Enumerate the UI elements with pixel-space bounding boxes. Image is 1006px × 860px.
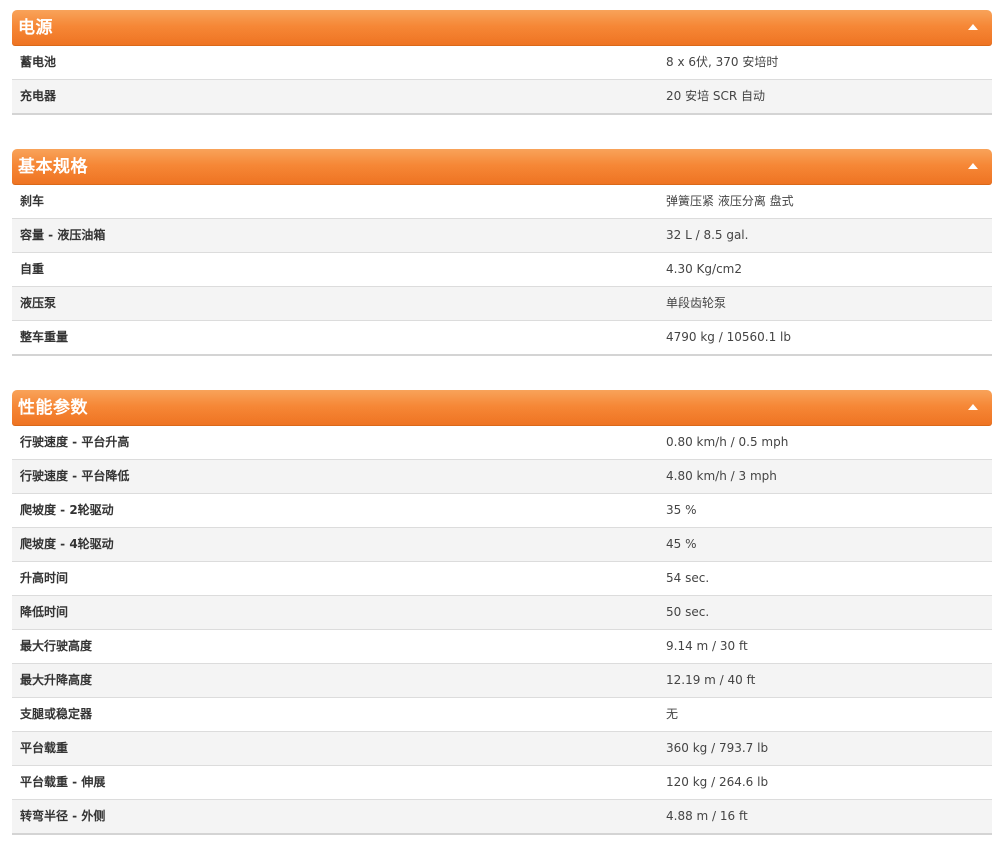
- spec-value: 32 L / 8.5 gal.: [666, 228, 749, 242]
- spec-value: 50 sec.: [666, 605, 710, 619]
- spec-value: 35 %: [666, 503, 697, 517]
- spec-row: 爬坡度 - 2轮驱动 35 %: [12, 494, 992, 528]
- spec-label: 液压泵: [20, 296, 57, 310]
- section-title: 性能参数: [18, 398, 88, 418]
- spec-value: 360 kg / 793.7 lb: [666, 741, 769, 755]
- spec-label: 转弯半径 - 外侧: [20, 809, 106, 823]
- spec-row: 平台载重 360 kg / 793.7 lb: [12, 732, 992, 766]
- spec-row: 支腿或稳定器 无: [12, 698, 992, 732]
- spec-value: 20 安培 SCR 自动: [666, 89, 766, 103]
- spec-label: 整车重量: [20, 330, 69, 344]
- spec-label: 刹车: [20, 194, 45, 208]
- spec-value: 0.80 km/h / 0.5 mph: [666, 435, 789, 449]
- chevron-up-icon[interactable]: [968, 163, 978, 169]
- spec-value: 4790 kg / 10560.1 lb: [666, 330, 791, 344]
- spec-value: 8 x 6伏, 370 安培时: [666, 55, 779, 69]
- spec-value: 54 sec.: [666, 571, 710, 585]
- spec-value: 单段齿轮泵: [666, 296, 727, 310]
- spec-label: 爬坡度 - 2轮驱动: [20, 503, 114, 517]
- chevron-up-icon[interactable]: [968, 24, 978, 30]
- section-performance: 性能参数 行驶速度 - 平台升高 0.80 km/h / 0.5 mph 行驶速…: [12, 390, 992, 835]
- spec-row: 转弯半径 - 外侧 4.88 m / 16 ft: [12, 800, 992, 835]
- spec-row: 最大升降高度 12.19 m / 40 ft: [12, 664, 992, 698]
- spec-label: 平台载重: [20, 741, 69, 755]
- spec-value: 45 %: [666, 537, 697, 551]
- spec-value: 4.30 Kg/cm2: [666, 262, 742, 276]
- section-basic-specs: 基本规格 刹车 弹簧压紧 液压分离 盘式 容量 - 液压油箱 32 L / 8.…: [12, 149, 992, 356]
- spec-row: 蓄电池 8 x 6伏, 370 安培时: [12, 46, 992, 80]
- spec-row: 行驶速度 - 平台升高 0.80 km/h / 0.5 mph: [12, 426, 992, 460]
- spec-row: 降低时间 50 sec.: [12, 596, 992, 630]
- spec-label: 容量 - 液压油箱: [20, 228, 106, 242]
- spec-row: 升高时间 54 sec.: [12, 562, 992, 596]
- spec-value: 无: [666, 707, 679, 721]
- section-title: 电源: [18, 18, 53, 38]
- spec-label: 最大行驶高度: [20, 639, 93, 653]
- spec-label: 支腿或稳定器: [20, 707, 93, 721]
- section-title: 基本规格: [18, 157, 88, 177]
- spec-label: 升高时间: [20, 571, 69, 585]
- spec-label: 充电器: [20, 89, 57, 103]
- spec-value: 4.80 km/h / 3 mph: [666, 469, 777, 483]
- spec-row: 容量 - 液压油箱 32 L / 8.5 gal.: [12, 219, 992, 253]
- spec-value: 4.88 m / 16 ft: [666, 809, 748, 823]
- spec-row: 液压泵 单段齿轮泵: [12, 287, 992, 321]
- spec-label: 降低时间: [20, 605, 69, 619]
- section-header-basic-specs[interactable]: 基本规格: [12, 149, 992, 185]
- section-power: 电源 蓄电池 8 x 6伏, 370 安培时 充电器 20 安培 SCR 自动: [12, 10, 992, 115]
- section-header-performance[interactable]: 性能参数: [12, 390, 992, 426]
- spec-row: 爬坡度 - 4轮驱动 45 %: [12, 528, 992, 562]
- spec-row: 平台载重 - 伸展 120 kg / 264.6 lb: [12, 766, 992, 800]
- chevron-up-icon[interactable]: [968, 404, 978, 410]
- spec-label: 最大升降高度: [20, 673, 93, 687]
- spec-label: 行驶速度 - 平台升高: [20, 435, 130, 449]
- spec-row: 刹车 弹簧压紧 液压分离 盘式: [12, 185, 992, 219]
- spec-row: 最大行驶高度 9.14 m / 30 ft: [12, 630, 992, 664]
- spec-row: 整车重量 4790 kg / 10560.1 lb: [12, 321, 992, 356]
- spec-row: 充电器 20 安培 SCR 自动: [12, 80, 992, 115]
- spec-label: 蓄电池: [20, 55, 57, 69]
- section-header-power[interactable]: 电源: [12, 10, 992, 46]
- spec-label: 爬坡度 - 4轮驱动: [20, 537, 114, 551]
- spec-value: 12.19 m / 40 ft: [666, 673, 756, 687]
- spec-label: 自重: [20, 262, 45, 276]
- spec-sheet: 电源 蓄电池 8 x 6伏, 370 安培时 充电器 20 安培 SCR 自动 …: [12, 10, 992, 835]
- spec-row: 行驶速度 - 平台降低 4.80 km/h / 3 mph: [12, 460, 992, 494]
- spec-row: 自重 4.30 Kg/cm2: [12, 253, 992, 287]
- spec-label: 平台载重 - 伸展: [20, 775, 106, 789]
- spec-label: 行驶速度 - 平台降低: [20, 469, 130, 483]
- spec-value: 120 kg / 264.6 lb: [666, 775, 769, 789]
- spec-value: 弹簧压紧 液压分离 盘式: [666, 194, 794, 208]
- spec-value: 9.14 m / 30 ft: [666, 639, 748, 653]
